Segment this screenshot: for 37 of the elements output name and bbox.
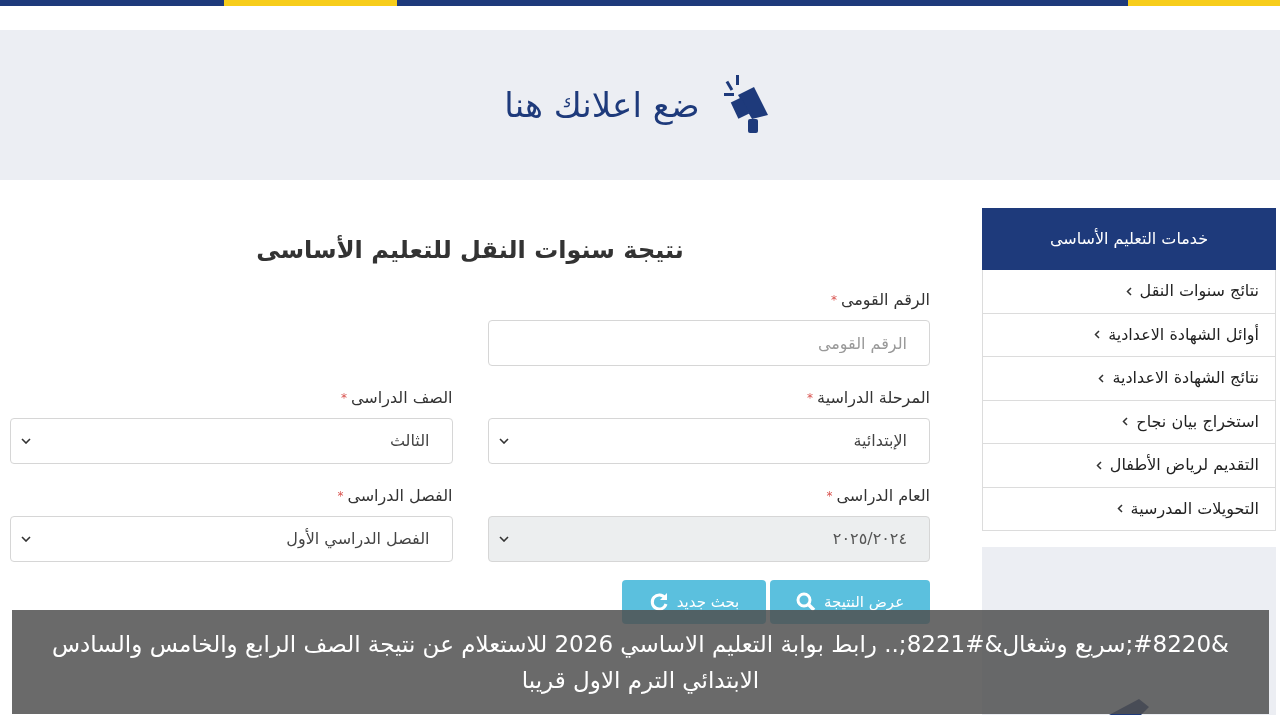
ad-text: ضع اعلانك هنا xyxy=(504,83,700,127)
chevron-icon xyxy=(1098,373,1105,383)
sidebar-item[interactable]: استخراج بيان نجاح xyxy=(983,400,1275,444)
field-label: الفصل الدراسى xyxy=(347,485,453,508)
field-label: المرحلة الدراسية xyxy=(817,387,930,410)
chevron-icon xyxy=(1125,286,1132,296)
form-title: نتيجة سنوات النقل للتعليم الأساسى xyxy=(255,234,685,266)
sidebar-item[interactable]: نتائج الشهادة الاعدادية xyxy=(983,357,1275,401)
chevron-down-icon xyxy=(498,438,509,444)
ad-banner[interactable]: ضع اعلانك هنا xyxy=(0,30,1280,180)
select-field[interactable]: الفصل الدراسي الأول xyxy=(10,516,453,562)
chevron-icon xyxy=(1116,504,1123,514)
refresh-icon xyxy=(648,592,669,612)
sidebar-header: خدمات التعليم الأساسى xyxy=(982,208,1276,270)
required-mark: * xyxy=(807,390,814,407)
search-icon xyxy=(795,592,816,612)
required-mark: * xyxy=(830,292,837,309)
required-mark: * xyxy=(826,488,833,505)
sidebar-item[interactable]: التحويلات المدرسية xyxy=(983,487,1275,531)
required-mark: * xyxy=(337,488,344,505)
sidebar-item[interactable]: أوائل الشهادة الاعدادية xyxy=(983,313,1275,357)
field-label: العام الدراسى xyxy=(836,485,930,508)
chevron-icon xyxy=(1094,330,1101,340)
sidebar-item[interactable]: نتائج سنوات النقل xyxy=(983,270,1275,314)
select-field[interactable]: الإبتدائية xyxy=(487,418,930,464)
chevron-down-icon xyxy=(21,438,31,444)
chevron-icon xyxy=(1122,417,1129,427)
chevron-icon xyxy=(1095,460,1102,470)
chevron-down-icon xyxy=(498,536,509,542)
field-label: الصف الدراسى xyxy=(351,387,453,410)
input-field[interactable]: الرقم القومى xyxy=(487,320,930,366)
chevron-down-icon xyxy=(21,536,31,542)
sidebar-item[interactable]: التقديم لرياض الأطفال xyxy=(983,444,1275,488)
select-field[interactable]: الثالث xyxy=(10,418,453,464)
required-mark: * xyxy=(341,390,347,407)
field-label: الرقم القومى xyxy=(840,289,930,312)
caption-text: &#8220;سريع وشغال&#8221;.. رابط بوابة التعليم الاساسي 2026 للاستعلام عن نتيجة الصف الرابع والخامس والسادس الابتدائي الترم الاول قريبا xyxy=(51,630,1230,696)
